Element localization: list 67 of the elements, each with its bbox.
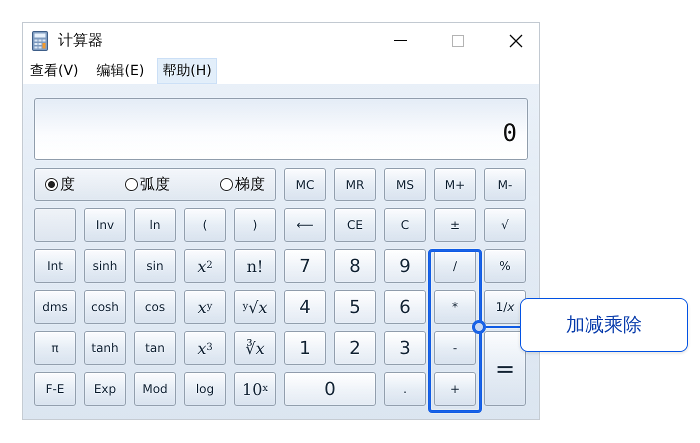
calculator-key[interactable]: n! xyxy=(234,249,276,283)
calculator-key[interactable]: $^{y}$√x xyxy=(234,290,276,324)
calculator-key[interactable]: tan xyxy=(134,331,176,365)
radio-option[interactable]: 梯度 xyxy=(220,175,265,194)
calculator-key[interactable]: π xyxy=(34,331,76,365)
calculator-key[interactable]: CE xyxy=(334,208,376,242)
leader-line xyxy=(486,326,520,328)
calculator-key[interactable]: 10$^{x}$ xyxy=(234,372,276,406)
memory-button[interactable]: MS xyxy=(384,168,426,201)
window-title: 计算器 xyxy=(58,31,103,50)
menu-item[interactable]: 编辑(E) xyxy=(92,58,150,84)
calculator-key[interactable]: 6 xyxy=(384,290,426,324)
calculator-key[interactable]: log xyxy=(184,372,226,406)
menu-item[interactable]: 查看(V) xyxy=(25,58,84,84)
callout-label: 加减乘除 xyxy=(520,298,688,352)
calculator-key[interactable]: Mod xyxy=(134,372,176,406)
radio-option[interactable]: 弧度 xyxy=(125,175,170,194)
calculator-key[interactable]: 7 xyxy=(284,249,326,283)
calculator-key[interactable]: 1 xyxy=(284,331,326,365)
calculator-key[interactable]: ± xyxy=(434,208,476,242)
calculator-key[interactable]: * xyxy=(434,290,476,324)
calculator-key[interactable]: ⟵ xyxy=(284,208,326,242)
calculator-key[interactable]: sin xyxy=(134,249,176,283)
calculator-key[interactable]: 3 xyxy=(384,331,426,365)
calculator-key[interactable]: √ xyxy=(484,208,526,242)
calculator-key[interactable]: x$^{y}$ xyxy=(184,290,226,324)
calculator-key[interactable]: ) xyxy=(234,208,276,242)
calculator-key[interactable]: 1/x xyxy=(484,290,526,324)
calculator-key[interactable]: 9 xyxy=(384,249,426,283)
calculator-key[interactable]: . xyxy=(384,372,426,406)
calculator-key[interactable]: 8 xyxy=(334,249,376,283)
calculator-key[interactable]: 4 xyxy=(284,290,326,324)
calculator-key[interactable]: ∛x xyxy=(234,331,276,365)
memory-button[interactable]: MC xyxy=(284,168,326,201)
calculator-key[interactable]: 0 xyxy=(284,372,376,406)
blank-key[interactable] xyxy=(34,208,76,242)
calculator-key[interactable]: Int xyxy=(34,249,76,283)
calculator-key[interactable]: C xyxy=(384,208,426,242)
calculator-key[interactable]: tanh xyxy=(84,331,126,365)
close-icon xyxy=(508,32,524,48)
calculator-key[interactable]: cos xyxy=(134,290,176,324)
radio-option[interactable]: 度 xyxy=(45,175,75,194)
calculator-key[interactable]: ( xyxy=(184,208,226,242)
memory-button[interactable]: M- xyxy=(484,168,526,201)
calculator-key[interactable]: F-E xyxy=(34,372,76,406)
display-field: 0 xyxy=(34,98,528,160)
calculator-key[interactable]: Exp xyxy=(84,372,126,406)
calculator-key[interactable]: % xyxy=(484,249,526,283)
memory-button[interactable]: MR xyxy=(334,168,376,201)
calculator-key[interactable]: ln xyxy=(134,208,176,242)
calculator-key[interactable]: 5 xyxy=(334,290,376,324)
calculator-key[interactable]: x$^{2}$ xyxy=(184,249,226,283)
calculator-key[interactable]: sinh xyxy=(84,249,126,283)
calculator-icon xyxy=(32,30,48,50)
minimize-icon xyxy=(394,40,406,41)
calculator-key[interactable]: 2 xyxy=(334,331,376,365)
calculator-key[interactable]: dms xyxy=(34,290,76,324)
calculator-key[interactable]: - xyxy=(434,331,476,365)
calculator-key[interactable]: + xyxy=(434,372,476,406)
calculator-key[interactable]: x$^{3}$ xyxy=(184,331,226,365)
calculator-key[interactable]: cosh xyxy=(84,290,126,324)
calculator-key[interactable]: = xyxy=(484,331,526,406)
maximize-icon xyxy=(451,34,465,48)
calculator-key[interactable]: / xyxy=(434,249,476,283)
calculator-key[interactable]: Inv xyxy=(84,208,126,242)
menu-item[interactable]: 帮助(H) xyxy=(157,58,217,84)
memory-button[interactable]: M+ xyxy=(434,168,476,201)
